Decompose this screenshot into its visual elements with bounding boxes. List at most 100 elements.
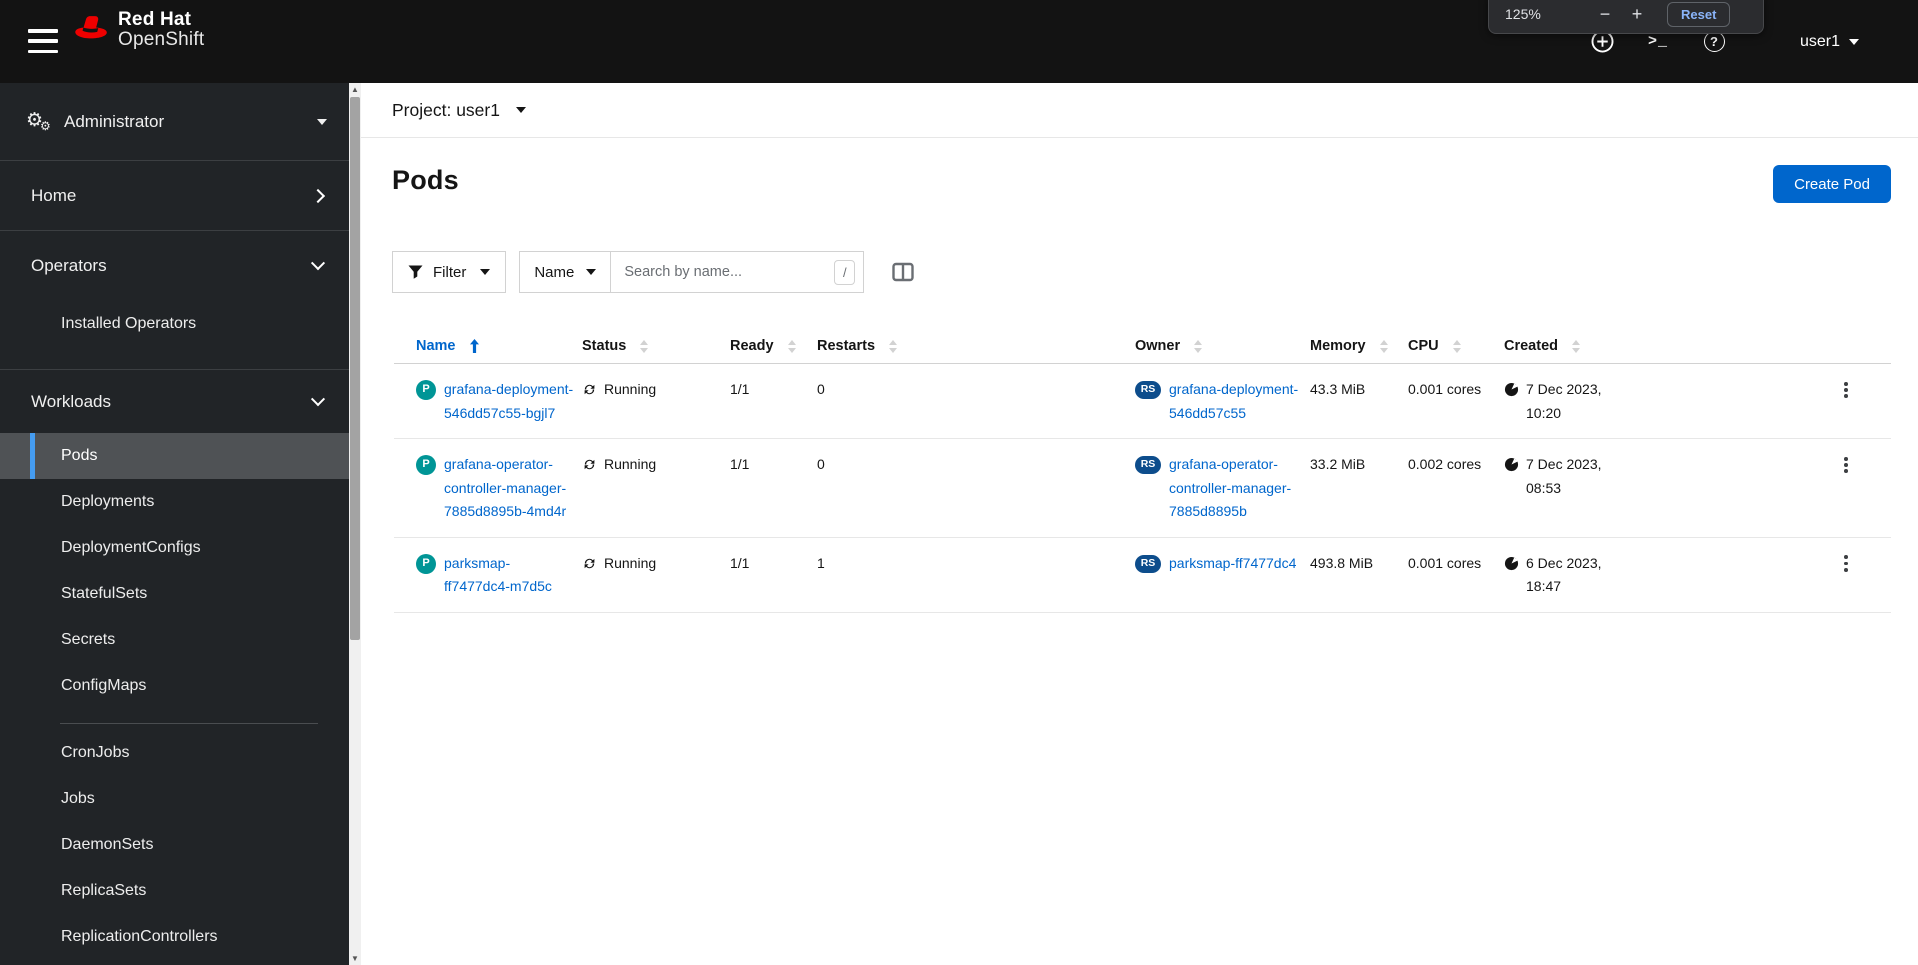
column-management-icon[interactable] [891,260,915,284]
create-pod-button[interactable]: Create Pod [1773,165,1891,203]
sidebar-scrollbar[interactable]: ▲ ▼ [349,83,361,965]
pod-name-link[interactable]: grafana-operator-controller-manager-7885… [444,453,574,524]
table-row: P grafana-deployment-546dd57c55-bgjl7 Ru… [394,363,1891,439]
pods-table: Name Status Ready Restarts Owner Memory … [394,328,1891,613]
kebab-menu-button[interactable] [1834,378,1858,402]
restarts-cell: 1 [817,537,1135,613]
brand-line-2: OpenShift [118,29,205,50]
column-header-name[interactable]: Name [394,328,582,364]
restarts-cell: 0 [817,363,1135,439]
openshift-console: Red Hat OpenShift >_ ? user1 125% − + Re… [0,0,1918,965]
memory-cell: 493.8 MiB [1310,537,1408,613]
sort-icon [1572,339,1580,353]
sidebar-item-deploymentconfigs[interactable]: DeploymentConfigs [0,525,349,571]
zoom-out-button[interactable]: − [1589,5,1621,23]
chevron-down-icon [1849,38,1860,45]
table-header-row: Name Status Ready Restarts Owner Memory … [394,328,1891,364]
perspective-switcher[interactable]: ⚙ ⚙ Administrator [0,83,349,161]
owner-link[interactable]: grafana-deployment-546dd57c55 [1169,378,1302,425]
hamburger-menu-icon[interactable] [28,27,58,55]
timestamp-globe-icon [1504,382,1519,397]
gears-icon: ⚙ ⚙ [26,109,51,133]
owner-link[interactable]: parksmap-ff7477dc4 [1169,552,1302,576]
ready-cell: 1/1 [730,363,817,439]
zoom-reset-button[interactable]: Reset [1667,1,1731,27]
owner-link[interactable]: grafana-operator-controller-manager-7885… [1169,453,1302,524]
funnel-icon [408,265,423,279]
sidebar-item-pods[interactable]: Pods [0,433,349,479]
sidebar-item-replicasets[interactable]: ReplicaSets [0,868,349,914]
column-header-status[interactable]: Status [582,328,730,364]
perspective-label: Administrator [64,111,165,131]
cpu-cell: 0.001 cores [1408,363,1504,439]
zoom-in-button[interactable]: + [1621,5,1653,23]
sidebar-item-secrets[interactable]: Secrets [0,617,349,663]
cpu-cell: 0.002 cores [1408,438,1504,538]
kebab-menu-button[interactable] [1834,453,1858,477]
sort-icon [889,339,898,353]
sidebar-item-installed-operators[interactable]: Installed Operators [0,301,349,347]
pod-badge: P [416,553,436,574]
search-attribute-dropdown[interactable]: Name [519,251,612,293]
created-text: 6 Dec 2023, 18:47 [1526,554,1602,595]
sidebar-item-home[interactable]: Home [0,161,349,231]
slash-shortcut-badge: / [834,259,856,285]
scroll-up-arrow-icon[interactable]: ▲ [349,83,361,96]
column-header-created[interactable]: Created [1504,328,1652,364]
sidebar-item-workloads[interactable]: Workloads [0,370,349,433]
memory-cell: 43.3 MiB [1310,363,1408,439]
restarts-cell: 0 [817,438,1135,538]
sidebar-item-daemonsets[interactable]: DaemonSets [0,822,349,868]
user-menu[interactable]: user1 [1800,0,1860,83]
pod-name-link[interactable]: grafana-deployment-546dd57c55-bgjl7 [444,378,574,425]
filter-dropdown[interactable]: Filter [392,251,507,293]
pod-name-link[interactable]: parksmap-ff7477dc4-m7d5c [444,552,574,599]
kebab-menu-button[interactable] [1834,552,1858,576]
ready-cell: 1/1 [730,537,817,613]
replicaset-badge: RS [1135,554,1161,573]
column-header-ready[interactable]: Ready [730,328,817,364]
sidebar-item-cronjobs[interactable]: CronJobs [0,730,349,776]
column-header-filler [1652,328,1834,364]
sidebar-item-statefulsets[interactable]: StatefulSets [0,571,349,617]
chevron-down-icon [310,391,326,406]
sync-running-icon [584,384,595,395]
project-bar: Project: user1 [361,83,1918,138]
sidebar-section-workloads: Workloads Pods Deployments DeploymentCon… [0,370,349,960]
username: user1 [1800,32,1841,50]
scroll-down-arrow-icon[interactable]: ▼ [349,952,361,965]
table-row: P parksmap-ff7477dc4-m7d5c Running 1/1 1… [394,537,1891,613]
timestamp-globe-icon [1504,556,1519,570]
sidebar-item-operators[interactable]: Operators [0,231,349,301]
cpu-cell: 0.001 cores [1408,537,1504,613]
timestamp-globe-icon [1504,457,1519,472]
sidebar-item-jobs[interactable]: Jobs [0,776,349,822]
created-text: 7 Dec 2023, 08:53 [1526,456,1602,496]
nav-group-divider [60,723,318,724]
column-header-restarts[interactable]: Restarts [817,328,1135,364]
replicaset-badge: RS [1135,456,1161,474]
status-text: Running [604,554,657,571]
table-row: P grafana-operator-controller-manager-78… [394,438,1891,538]
sync-running-icon [584,459,595,470]
pod-badge: P [416,455,436,475]
search-input[interactable] [624,264,835,280]
zoom-level: 125% [1505,6,1541,22]
chevron-down-icon[interactable] [515,107,526,113]
pod-badge: P [416,380,436,400]
column-header-actions [1834,328,1891,364]
project-selector[interactable]: Project: user1 [392,100,500,121]
chevron-down-icon [480,269,491,275]
sidebar-item-configmaps[interactable]: ConfigMaps [0,663,349,709]
scrollbar-thumb[interactable] [350,97,360,640]
column-header-cpu[interactable]: CPU [1408,328,1504,364]
sort-icon [1452,339,1461,353]
sidebar-item-replicationcontrollers[interactable]: ReplicationControllers [0,914,349,960]
toolbar: Filter Name / [392,251,1918,293]
ready-cell: 1/1 [730,438,817,538]
column-header-owner[interactable]: Owner [1135,328,1310,364]
status-text: Running [604,456,657,472]
column-header-memory[interactable]: Memory [1310,328,1408,364]
brand-line-1: Red Hat [118,9,192,30]
sidebar-item-deployments[interactable]: Deployments [0,479,349,525]
